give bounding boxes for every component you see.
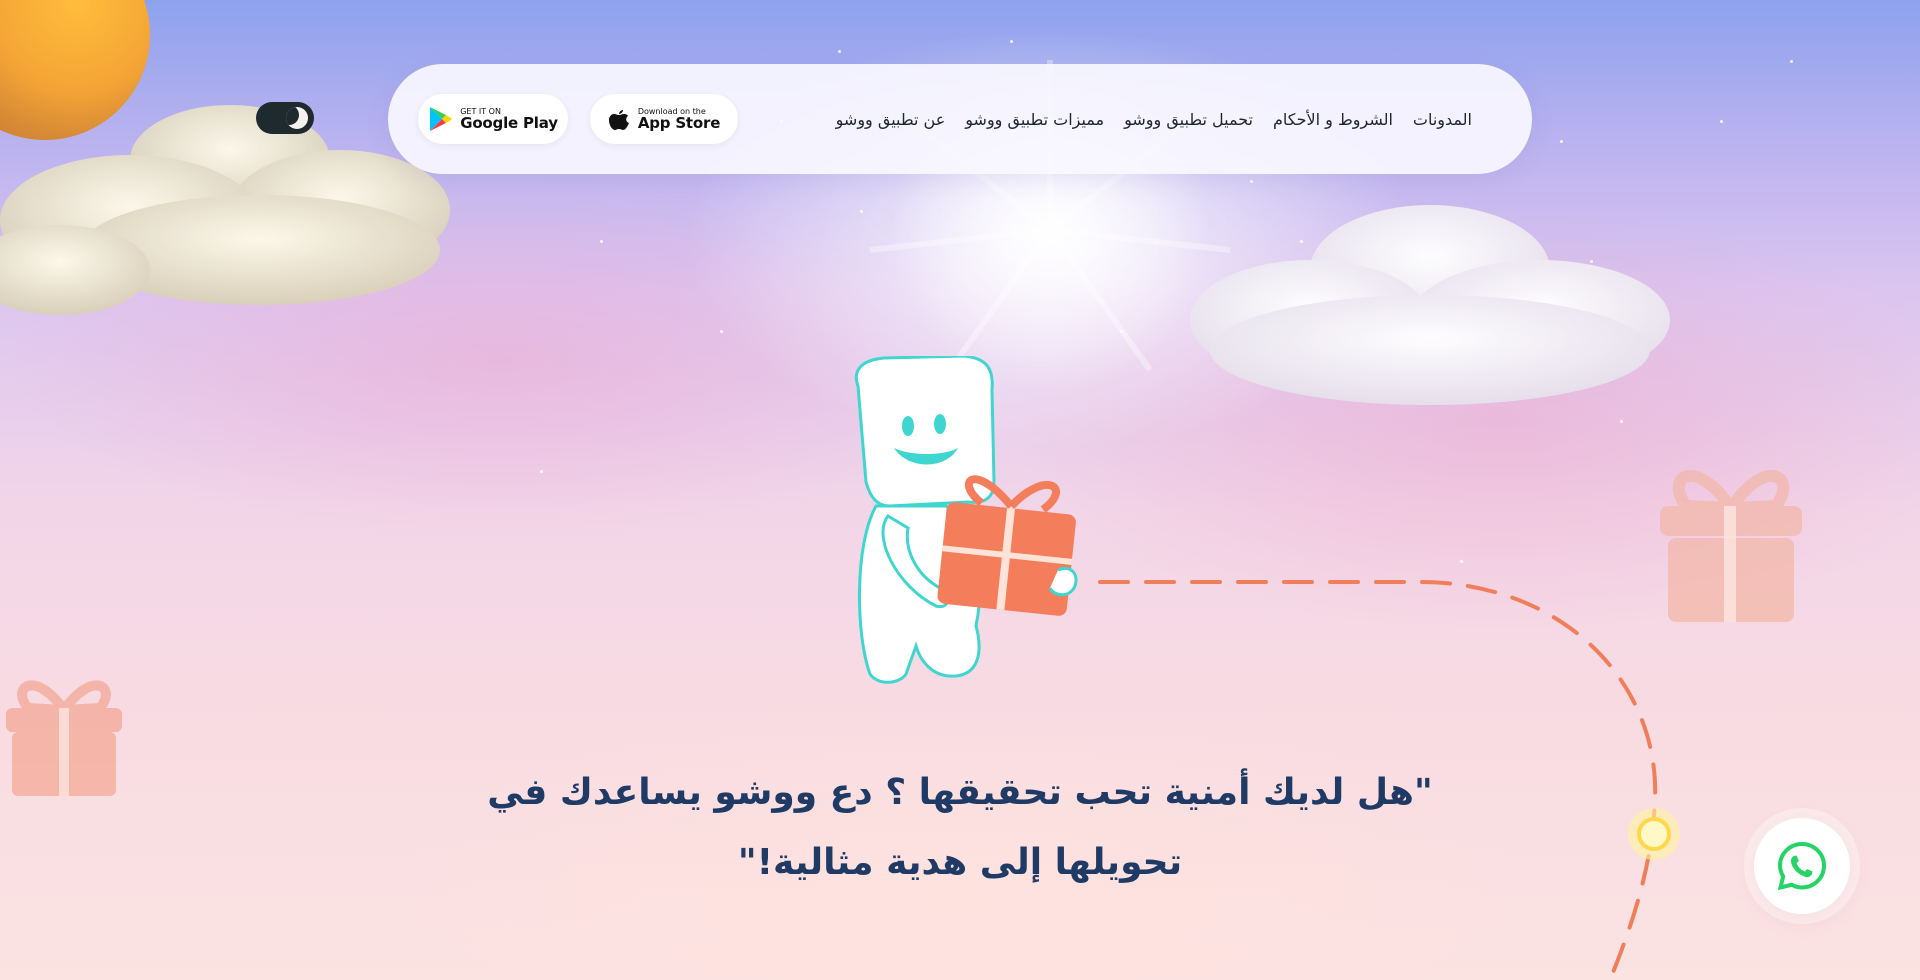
google-play-button[interactable]: GET IT ON Google Play	[418, 94, 568, 144]
moon-icon	[286, 107, 308, 129]
google-play-icon	[430, 107, 452, 131]
google-play-text: GET IT ON Google Play	[460, 107, 558, 132]
whatsapp-icon	[1777, 841, 1827, 891]
hero-headline-line2: تحويلها إلى هدية مثالية!"	[737, 842, 1183, 883]
hero-headline-line1: "هل لديك أمنية تحب تحقيقها ؟ دع ووشو يسا…	[487, 772, 1433, 813]
hero-headline: "هل لديك أمنية تحب تحقيقها ؟ دع ووشو يسا…	[470, 758, 1450, 898]
nav-link-blog[interactable]: المدونات	[1413, 110, 1472, 129]
app-store-big-label: App Store	[637, 113, 721, 132]
nav-link-download[interactable]: تحميل تطبيق ووشو	[1124, 110, 1253, 129]
landing-page: عن تطبيق ووشو مميزات تطبيق ووشو تحميل تط…	[0, 0, 1920, 980]
nav-link-about[interactable]: عن تطبيق ووشو	[836, 110, 946, 129]
google-play-big-label: Google Play	[460, 113, 558, 132]
app-store-button[interactable]: Download on the App Store	[590, 94, 738, 144]
theme-toggle[interactable]	[256, 102, 314, 134]
whatsapp-button[interactable]	[1754, 818, 1850, 914]
nav-links: عن تطبيق ووشو مميزات تطبيق ووشو تحميل تط…	[836, 64, 1472, 174]
nav-link-terms[interactable]: الشروط و الأحكام	[1273, 110, 1393, 129]
navbar: عن تطبيق ووشو مميزات تطبيق ووشو تحميل تط…	[388, 64, 1532, 174]
apple-icon	[608, 110, 629, 130]
mascot-illustration	[854, 356, 1078, 684]
app-store-text: Download on the App Store	[637, 107, 721, 132]
nav-link-features[interactable]: مميزات تطبيق ووشو	[965, 110, 1104, 129]
